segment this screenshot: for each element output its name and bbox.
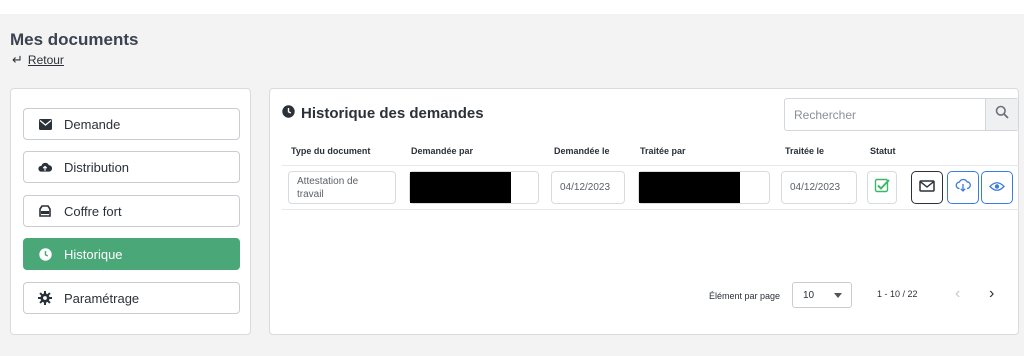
eye-icon bbox=[989, 179, 1005, 197]
panel-title: Historique des demandes bbox=[282, 105, 484, 122]
sidebar-item-parametrage[interactable]: Paramétrage bbox=[23, 282, 240, 314]
back-link-label: Retour bbox=[27, 53, 64, 67]
sidebar-item-historique[interactable]: Historique bbox=[23, 238, 240, 270]
search-icon bbox=[995, 105, 1009, 124]
redacted-block bbox=[639, 172, 740, 203]
sidebar-item-coffre-fort[interactable]: Coffre fort bbox=[23, 195, 240, 227]
previous-page-button[interactable]: ‹ bbox=[955, 285, 960, 303]
view-button[interactable] bbox=[981, 171, 1013, 204]
send-email-button[interactable] bbox=[911, 171, 943, 204]
panel-title-text: Historique des demandes bbox=[301, 105, 484, 122]
sidebar-item-demande[interactable]: Demande bbox=[23, 108, 240, 140]
cell-processed-by bbox=[638, 171, 770, 204]
divider bbox=[282, 165, 1019, 166]
sidebar: Demande Distribution Coffre fort Histori… bbox=[10, 88, 251, 335]
cell-requested-by bbox=[409, 171, 539, 204]
safe-icon bbox=[38, 204, 52, 218]
sidebar-item-label: Historique bbox=[64, 246, 123, 262]
per-page-select[interactable]: 10 bbox=[792, 282, 852, 308]
top-bar bbox=[0, 0, 1024, 14]
caret-down-icon bbox=[834, 290, 842, 301]
sidebar-item-distribution[interactable]: Distribution bbox=[23, 151, 240, 183]
checkbox-checked-icon bbox=[874, 177, 890, 198]
page-title: Mes documents bbox=[10, 30, 139, 49]
per-page-label: Élément par page bbox=[709, 291, 781, 301]
sidebar-item-label: Paramétrage bbox=[64, 290, 140, 306]
column-header-type: Type du document bbox=[291, 146, 371, 156]
pagination-range: 1 - 10 / 22 bbox=[877, 289, 918, 299]
clock-icon bbox=[282, 105, 295, 122]
search-box bbox=[784, 98, 1019, 131]
search-input[interactable] bbox=[785, 99, 985, 130]
history-panel: Historique des demandes Type du document… bbox=[269, 88, 1019, 335]
column-header-status: Statut bbox=[870, 146, 896, 156]
sidebar-item-label: Coffre fort bbox=[64, 203, 122, 219]
cloud-upload-icon bbox=[38, 160, 52, 174]
cloud-download-icon bbox=[955, 178, 971, 197]
column-header-processed-by: Traitée par bbox=[640, 146, 686, 156]
back-link[interactable]: ↵ Retour bbox=[12, 52, 64, 68]
gear-icon bbox=[38, 291, 52, 305]
clock-icon bbox=[38, 247, 52, 261]
status-cell bbox=[867, 171, 897, 204]
redacted-block bbox=[410, 172, 511, 203]
search-button[interactable] bbox=[985, 99, 1018, 130]
column-header-requested-by: Demandée par bbox=[411, 146, 474, 156]
column-header-processed-on: Traitée le bbox=[785, 146, 825, 156]
divider bbox=[282, 209, 1019, 210]
back-arrow-icon: ↵ bbox=[12, 52, 23, 67]
cell-document-type: Attestation de travail bbox=[288, 171, 396, 204]
download-button[interactable] bbox=[947, 171, 979, 204]
envelope-icon bbox=[38, 117, 52, 131]
sidebar-item-label: Distribution bbox=[64, 159, 130, 175]
cell-processed-on: 04/12/2023 bbox=[781, 171, 857, 204]
cell-requested-on: 04/12/2023 bbox=[551, 171, 625, 204]
next-page-button[interactable]: › bbox=[989, 285, 994, 303]
per-page-value: 10 bbox=[803, 289, 815, 301]
sidebar-item-label: Demande bbox=[64, 116, 121, 132]
envelope-icon bbox=[919, 179, 935, 197]
column-header-requested-on: Demandée le bbox=[554, 146, 610, 156]
